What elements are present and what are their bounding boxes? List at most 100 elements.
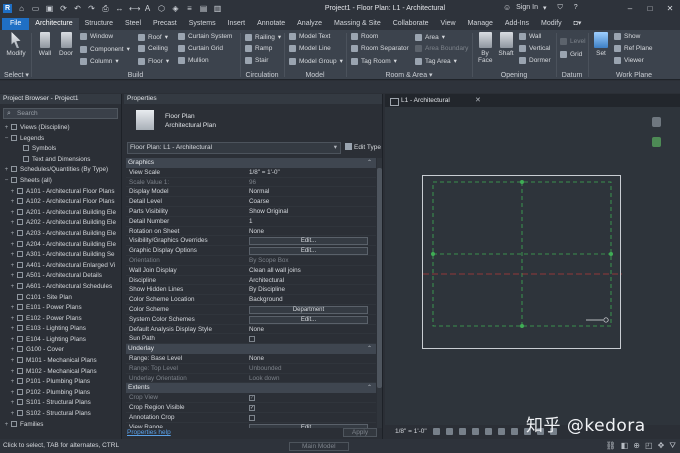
wall-opening-button[interactable]: Wall <box>519 33 541 40</box>
expand-icon[interactable]: + <box>9 335 16 346</box>
expand-icon[interactable]: + <box>9 356 16 367</box>
tab-modify[interactable]: Modify <box>535 18 568 30</box>
select-group-label[interactable]: Select ▾ <box>2 71 30 79</box>
measure-icon[interactable]: ↔ <box>115 4 124 13</box>
pinned-select-icon[interactable]: ⊕ <box>633 439 640 453</box>
property-value[interactable]: Normal <box>247 187 376 196</box>
print-icon[interactable]: ⎙ <box>101 4 110 13</box>
view-cube-icon[interactable] <box>652 117 661 127</box>
property-value[interactable]: Edit... <box>247 246 376 255</box>
property-checkbox[interactable]: ✓ <box>249 404 255 411</box>
properties-section-header[interactable]: Underlay <box>126 344 376 355</box>
expand-icon[interactable]: + <box>9 208 16 219</box>
browser-item[interactable]: C101 - Site Plan <box>0 293 121 304</box>
curtain-grid-button[interactable]: Curtain Grid <box>178 45 223 52</box>
area-boundary-button[interactable]: Area Boundary <box>415 45 468 52</box>
property-value[interactable]: None <box>247 354 376 363</box>
level-button[interactable]: Level <box>560 38 586 45</box>
property-value[interactable] <box>247 334 376 343</box>
browser-item[interactable]: + E102 - Power Plans <box>0 314 121 325</box>
browser-item[interactable]: + A501 - Architectural Details <box>0 271 121 282</box>
browser-item[interactable]: + S101 - Structural Plans <box>0 398 121 409</box>
window-button[interactable]: Window <box>80 33 113 40</box>
property-checkbox[interactable] <box>249 414 255 421</box>
view-scale-control[interactable]: 1/8" = 1'-0" <box>395 425 427 439</box>
browser-item[interactable]: Symbols <box>0 144 121 155</box>
browser-item[interactable]: + A202 - Architectural Building Ele <box>0 218 121 229</box>
browser-item[interactable]: + E103 - Lighting Plans <box>0 324 121 335</box>
shadows-icon[interactable] <box>471 428 479 435</box>
browser-item[interactable]: + A601 - Architectural Schedules <box>0 282 121 293</box>
tag-room-button[interactable]: Tag Room ▾ <box>351 57 397 65</box>
expand-icon[interactable]: + <box>9 261 16 272</box>
tab-architecture[interactable]: Architecture <box>29 18 79 30</box>
expand-icon[interactable]: + <box>9 303 16 314</box>
expand-icon[interactable]: + <box>9 377 16 388</box>
expand-icon[interactable]: + <box>9 240 16 251</box>
tab-analyze[interactable]: Analyze <box>291 18 328 30</box>
expand-icon[interactable]: + <box>9 409 16 420</box>
by-face-button[interactable]: By Face <box>475 32 495 64</box>
modify-button[interactable]: Modify <box>5 32 27 57</box>
browser-item[interactable]: + M101 - Mechanical Plans <box>0 356 121 367</box>
panel-toggle-icon[interactable]: ◘▾ <box>568 18 588 30</box>
browser-item[interactable]: + P102 - Plumbing Plans <box>0 388 121 399</box>
signin-area[interactable]: ☺ Sign In ▾ ⛉ ? <box>503 3 578 12</box>
set-button[interactable]: Set <box>591 32 611 57</box>
property-edit-button[interactable]: Edit... <box>249 247 368 255</box>
browser-item[interactable]: + A102 - Architectural Floor Plans <box>0 197 121 208</box>
property-value[interactable]: 1 <box>247 217 376 226</box>
browser-item[interactable]: + P101 - Plumbing Plans <box>0 377 121 388</box>
stair-button[interactable]: Stair <box>245 57 268 64</box>
browser-item[interactable]: − Sheets (all) <box>0 176 121 187</box>
vertical-button[interactable]: Vertical <box>519 45 550 52</box>
tab-view[interactable]: View <box>435 18 462 30</box>
tab-file[interactable]: File <box>2 18 30 30</box>
room-separator-button[interactable]: Room Separator <box>351 45 409 52</box>
undo-icon[interactable]: ↶ <box>73 4 82 13</box>
roof-button[interactable]: Roof ▾ <box>138 33 168 41</box>
browser-item[interactable]: + Schedules/Quantities (By Type) <box>0 165 121 176</box>
browser-item[interactable]: + E104 - Lighting Plans <box>0 335 121 346</box>
type-selector[interactable]: Floor Plan Architectural Plan <box>124 106 383 138</box>
expand-icon[interactable]: + <box>9 367 16 378</box>
browser-item[interactable]: − Legends <box>0 134 121 145</box>
property-value[interactable] <box>247 413 376 422</box>
3d-view-icon[interactable]: ⬡ <box>157 4 166 13</box>
open-icon[interactable]: ▭ <box>31 4 40 13</box>
floor-button[interactable]: Floor ▾ <box>138 57 169 65</box>
browser-search-input[interactable]: Search <box>3 108 118 119</box>
filter-icon[interactable]: ⛛ <box>669 439 676 453</box>
detail-level-icon[interactable] <box>432 428 440 435</box>
property-edit-button[interactable]: Edit... <box>249 315 368 324</box>
tab-manage[interactable]: Manage <box>462 18 499 30</box>
property-value[interactable]: ✓ <box>247 403 376 412</box>
crop-region[interactable] <box>422 175 622 349</box>
browser-item[interactable]: + A203 - Architectural Building Ele <box>0 229 121 240</box>
property-value[interactable]: Coarse <box>247 197 376 206</box>
instance-selector-dropdown[interactable]: Floor Plan: L1 - Architectural <box>127 142 341 154</box>
property-value[interactable]: Department <box>247 305 376 314</box>
collapse-icon[interactable]: − <box>3 134 10 145</box>
browser-item[interactable]: + Views (Discipline) <box>0 123 121 134</box>
maximize-icon[interactable]: □ <box>640 0 660 17</box>
door-button[interactable]: Door <box>57 32 75 57</box>
viewer-button[interactable]: Viewer <box>614 57 644 64</box>
signin-label[interactable]: Sign In <box>516 4 538 11</box>
tab-structure[interactable]: Structure <box>79 18 119 30</box>
room-area-group-label[interactable]: Room & Area ▾ <box>348 71 470 79</box>
property-value[interactable]: Architectural <box>247 276 376 285</box>
edit-type-button[interactable]: Edit Type <box>345 143 381 151</box>
close-hidden-icon[interactable]: ▤ <box>199 4 208 13</box>
grid-button[interactable]: Grid <box>560 51 582 58</box>
railing-button[interactable]: Railing ▾ <box>245 33 281 41</box>
properties-help-link[interactable]: Properties help <box>126 429 171 436</box>
property-value[interactable]: Clean all wall joins <box>247 266 376 275</box>
cart-icon[interactable]: ⛉ <box>557 4 562 12</box>
thin-lines-icon[interactable]: ≡ <box>185 4 194 13</box>
expand-icon[interactable]: + <box>9 187 16 198</box>
browser-item[interactable]: + Families <box>0 420 121 431</box>
expand-icon[interactable]: + <box>9 314 16 325</box>
properties-section-header[interactable]: Graphics <box>126 158 376 169</box>
property-value[interactable]: Show Original <box>247 207 376 216</box>
